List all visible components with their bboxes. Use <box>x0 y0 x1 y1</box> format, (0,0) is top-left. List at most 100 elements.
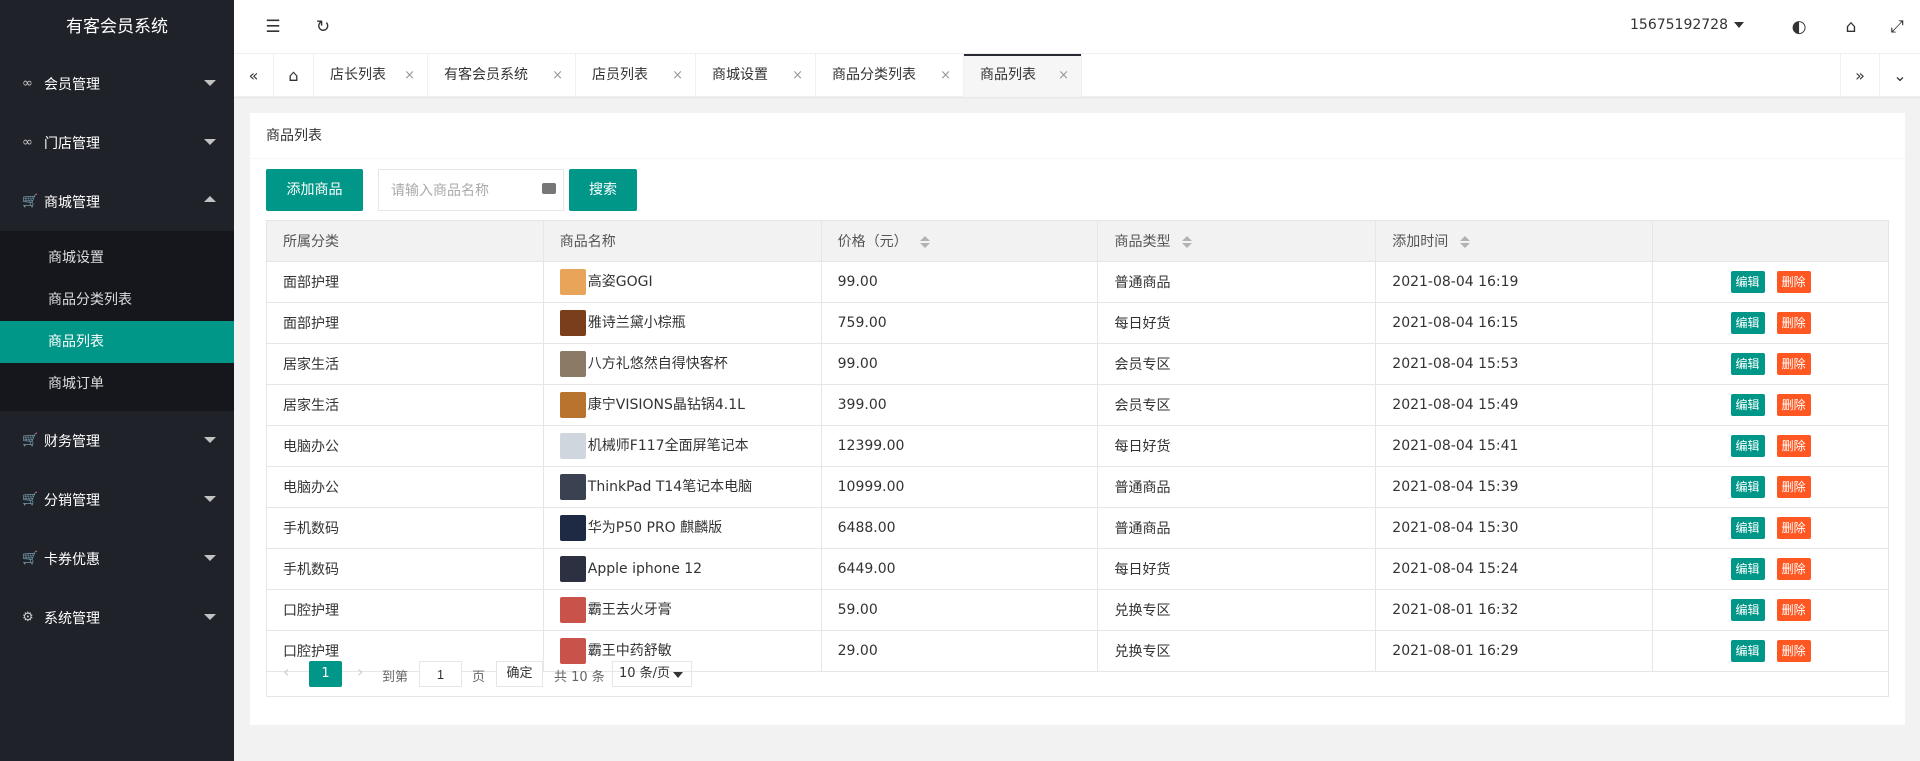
confirm-button[interactable]: 确定 <box>496 661 543 687</box>
price-text: 59.00 <box>837 602 878 618</box>
category-text: 面部护理 <box>283 275 339 291</box>
fullscreen-icon[interactable]: ⤢ <box>1886 16 1908 38</box>
product-name: 机械师F117全面屏笔记本 <box>587 438 749 454</box>
edit-button[interactable]: 编辑 <box>1730 599 1765 621</box>
edit-button[interactable]: 编辑 <box>1730 435 1765 457</box>
sidebar-item-member[interactable]: ∞ 会员管理 <box>0 54 234 113</box>
search-button[interactable]: 搜索 <box>569 169 637 211</box>
col-time[interactable]: 添加时间 <box>1375 220 1654 262</box>
tab-product-list[interactable]: 商品列表 × <box>964 54 1082 97</box>
edit-button[interactable]: 编辑 <box>1730 476 1765 498</box>
cell-name: 华为P50 PRO 麒麟版 <box>542 507 822 549</box>
category-text: 口腔护理 <box>283 603 339 619</box>
page-size-select[interactable]: 10 条/页 <box>612 661 692 687</box>
close-icon[interactable]: × <box>1058 54 1069 97</box>
tabs-dropdown-icon[interactable]: ⌄ <box>1880 54 1920 97</box>
delete-button[interactable]: 删除 <box>1776 476 1811 498</box>
sidebar-item-system[interactable]: ⚙ 系统管理 <box>0 588 234 647</box>
sidebar-subitem-product-list[interactable]: 商品列表 <box>0 321 234 363</box>
next-page-icon[interactable]: › <box>357 662 363 681</box>
cell-name: 康宁VISIONS晶钻锅4.1L <box>542 384 822 426</box>
sidebar-subitem-mall-orders[interactable]: 商城订单 <box>0 363 234 405</box>
edit-button[interactable]: 编辑 <box>1730 271 1765 293</box>
col-price[interactable]: 价格（元） <box>820 220 1099 262</box>
delete-button[interactable]: 删除 <box>1776 312 1811 334</box>
product-thumbnail <box>559 310 586 336</box>
search-input[interactable] <box>378 169 564 211</box>
product-name: 康宁VISIONS晶钻锅4.1L <box>587 397 745 413</box>
price-text: 12399.00 <box>837 438 905 454</box>
delete-button[interactable]: 删除 <box>1776 517 1811 539</box>
table-row: 居家生活 八方礼悠然自得快客杯 99.00 会员专区 2021-08-04 15:53 编… <box>266 343 1889 385</box>
product-thumbnail <box>559 433 586 459</box>
cell-category: 电脑办公 <box>266 425 544 467</box>
delete-button[interactable]: 删除 <box>1776 271 1811 293</box>
page-input[interactable] <box>419 661 462 687</box>
delete-button[interactable]: 删除 <box>1776 394 1811 416</box>
cell-type: 会员专区 <box>1097 343 1377 385</box>
sidebar-subitem-category-list[interactable]: 商品分类列表 <box>0 279 234 321</box>
sidebar-item-distribution[interactable]: 🛒 分销管理 <box>0 470 234 529</box>
tab-mall-settings[interactable]: 商城设置 × <box>696 54 816 97</box>
edit-button[interactable]: 编辑 <box>1730 394 1765 416</box>
type-text: 会员专区 <box>1114 357 1171 373</box>
cell-name: ThinkPad T14笔记本电脑 <box>542 466 822 508</box>
product-thumbnail <box>559 515 586 541</box>
current-page[interactable]: 1 <box>309 661 342 687</box>
sort-icon[interactable] <box>1182 236 1193 248</box>
table-body: 面部护理 高姿GOGI 99.00 普通商品 2021-08-04 16:19 编辑 删除面… <box>266 261 1889 672</box>
cell-type: 兑换专区 <box>1097 589 1377 631</box>
theme-icon[interactable]: ◐ <box>1788 16 1810 38</box>
page-size-value: 10 条/页 <box>619 666 671 681</box>
close-icon[interactable]: × <box>672 54 683 97</box>
cell-actions: 编辑 删除 <box>1652 261 1889 303</box>
edit-button[interactable]: 编辑 <box>1730 353 1765 375</box>
cell-price: 99.00 <box>820 261 1099 303</box>
chevron-down-icon <box>204 80 216 86</box>
col-type[interactable]: 商品类型 <box>1097 220 1377 262</box>
menu-icon[interactable]: ☰ <box>262 16 284 38</box>
sidebar-item-mall[interactable]: 🛒 商城管理 <box>0 172 234 231</box>
prev-page-icon[interactable]: ‹ <box>283 662 289 681</box>
refresh-icon[interactable]: ↻ <box>312 16 334 38</box>
sidebar-item-coupons[interactable]: 🛒 卡券优惠 <box>0 529 234 588</box>
close-icon[interactable]: × <box>792 54 803 97</box>
tab-member-system[interactable]: 有客会员系统 × <box>428 54 576 97</box>
tabs-scroll-right-icon[interactable]: » <box>1840 54 1880 97</box>
cell-type: 普通商品 <box>1097 261 1377 303</box>
tab-category-list[interactable]: 商品分类列表 × <box>816 54 964 97</box>
sort-icon[interactable] <box>1460 236 1471 248</box>
close-icon[interactable]: × <box>404 54 415 97</box>
edit-button[interactable]: 编辑 <box>1730 517 1765 539</box>
edit-button[interactable]: 编辑 <box>1730 312 1765 334</box>
delete-button[interactable]: 删除 <box>1776 353 1811 375</box>
close-icon[interactable]: × <box>552 54 563 97</box>
price-text: 10999.00 <box>837 479 905 495</box>
page-title: 商品列表 <box>250 113 1905 159</box>
delete-button[interactable]: 删除 <box>1776 435 1811 457</box>
home-icon[interactable]: ⌂ <box>274 54 314 97</box>
tag-icon[interactable]: ⌂ <box>1840 16 1862 38</box>
add-product-button[interactable]: 添加商品 <box>266 169 363 211</box>
sidebar-item-finance[interactable]: 🛒 财务管理 <box>0 411 234 470</box>
product-name: Apple iphone 12 <box>587 561 703 577</box>
delete-button[interactable]: 删除 <box>1776 558 1811 580</box>
edit-button[interactable]: 编辑 <box>1730 558 1765 580</box>
cell-price: 6488.00 <box>820 507 1099 549</box>
column-label: 商品类型 <box>1114 234 1171 250</box>
sort-icon[interactable] <box>919 236 930 248</box>
tab-store-manager-list[interactable]: 店长列表 × <box>314 54 428 97</box>
table-row: 面部护理 高姿GOGI 99.00 普通商品 2021-08-04 16:19 编辑 删除 <box>266 261 1889 303</box>
delete-button[interactable]: 删除 <box>1776 599 1811 621</box>
type-text: 普通商品 <box>1114 521 1171 537</box>
cell-category: 居家生活 <box>266 343 544 385</box>
time-text: 2021-08-04 15:53 <box>1392 356 1519 372</box>
chevron-down-icon <box>204 614 216 620</box>
cell-type: 每日好货 <box>1097 302 1377 344</box>
tabs-scroll-left-icon[interactable]: « <box>234 54 274 97</box>
sidebar-item-store[interactable]: ∞ 门店管理 <box>0 113 234 172</box>
sidebar-subitem-mall-settings[interactable]: 商城设置 <box>0 237 234 279</box>
close-icon[interactable]: × <box>940 54 951 97</box>
tab-clerk-list[interactable]: 店员列表 × <box>576 54 696 97</box>
user-menu[interactable]: 15675192728 <box>1630 17 1744 33</box>
